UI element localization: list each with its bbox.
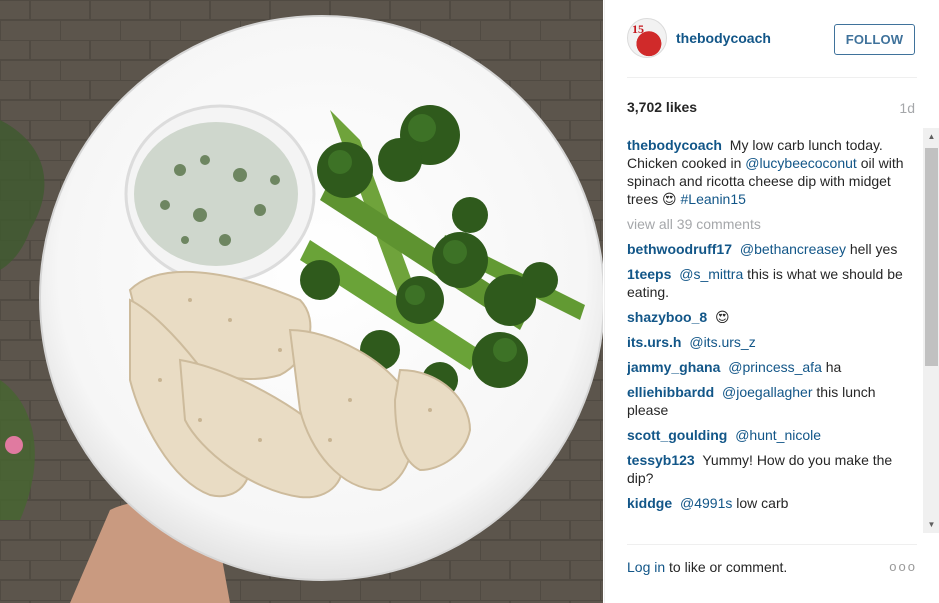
- caption-emoji: 😍: [662, 191, 677, 207]
- comment-author-link[interactable]: kiddge: [627, 495, 672, 511]
- caption-mention-link[interactable]: @lucybeecoconut: [745, 155, 857, 171]
- comment-mention-link[interactable]: @princess_afa: [728, 359, 822, 375]
- caption: thebodycoach My low carb lunch today. Ch…: [627, 136, 917, 208]
- login-link[interactable]: Log in: [627, 559, 665, 575]
- food-plate-image: [0, 0, 603, 603]
- comment-item: scott_goulding @hunt_nicole: [627, 426, 917, 444]
- comment-item: kiddge @4991s low carb: [627, 494, 917, 512]
- comment-mention-link[interactable]: @hunt_nicole: [735, 427, 821, 443]
- likes-row: 3,702 likes 1d: [627, 99, 917, 117]
- comment-item: 1teeps @s_mittra this is what we should …: [627, 265, 917, 301]
- comment-item: its.urs.h @its.urs_z: [627, 333, 917, 351]
- comment-item: tessyb123 Yummy! How do you make the dip…: [627, 451, 917, 487]
- comment-item: shazyboo_8 😍: [627, 308, 917, 326]
- caption-author-link[interactable]: thebodycoach: [627, 137, 722, 153]
- caption-hashtag-link[interactable]: #Leanin15: [681, 191, 746, 207]
- post-photo[interactable]: [0, 0, 603, 603]
- scroll-down-arrow-icon[interactable]: ▼: [923, 516, 939, 533]
- comments-scrollbar[interactable]: ▲ ▼: [923, 128, 939, 533]
- comment-author-link[interactable]: bethwoodruff17: [627, 241, 732, 257]
- comment-mention-link[interactable]: @its.urs_z: [689, 334, 755, 350]
- follow-button[interactable]: FOLLOW: [834, 24, 915, 55]
- view-all-comments-link[interactable]: view all 39 comments: [627, 215, 917, 233]
- post-side-panel: 15 thebodycoach FOLLOW 3,702 likes 1d th…: [604, 0, 939, 603]
- comment-text: 😍: [715, 309, 730, 325]
- comment-mention-link[interactable]: @4991s: [680, 495, 732, 511]
- likes-count[interactable]: 3,702 likes: [627, 99, 697, 115]
- more-options-icon[interactable]: ooo: [889, 559, 917, 574]
- comment-text: ha: [825, 359, 842, 375]
- scroll-thumb[interactable]: [925, 148, 938, 366]
- comments-list[interactable]: thebodycoach My low carb lunch today. Ch…: [627, 136, 917, 532]
- comment-text: low carb: [736, 495, 789, 511]
- scroll-up-arrow-icon[interactable]: ▲: [923, 128, 939, 145]
- avatar-badge-text: 15: [632, 22, 644, 36]
- login-prompt: Log in to like or comment.: [627, 559, 787, 575]
- comment-author-link[interactable]: elliehibbardd: [627, 384, 714, 400]
- comment-author-link[interactable]: shazyboo_8: [627, 309, 707, 325]
- comment-item: jammy_ghana @princess_afa ha: [627, 358, 917, 376]
- post-age[interactable]: 1d: [899, 100, 915, 116]
- username-link[interactable]: thebodycoach: [676, 30, 771, 46]
- comment-author-link[interactable]: scott_goulding: [627, 427, 727, 443]
- post-footer: Log in to like or comment. ooo: [627, 544, 917, 592]
- comment-author-link[interactable]: tessyb123: [627, 452, 695, 468]
- comment-mention-link[interactable]: @bethancreasey: [740, 241, 846, 257]
- comment-text: hell yes: [849, 241, 898, 257]
- post-header: 15 thebodycoach FOLLOW: [627, 18, 917, 78]
- login-prompt-text: to like or comment.: [669, 559, 788, 575]
- comment-mention-link[interactable]: @joegallagher: [722, 384, 813, 400]
- comment-author-link[interactable]: 1teeps: [627, 266, 671, 282]
- avatar[interactable]: 15: [627, 18, 667, 58]
- comment-item: elliehibbardd @joegallagher this lunch p…: [627, 383, 917, 419]
- comment-item: bethwoodruff17 @bethancreasey hell yes: [627, 240, 917, 258]
- comment-mention-link[interactable]: @s_mittra: [679, 266, 743, 282]
- comment-author-link[interactable]: its.urs.h: [627, 334, 681, 350]
- comment-author-link[interactable]: jammy_ghana: [627, 359, 720, 375]
